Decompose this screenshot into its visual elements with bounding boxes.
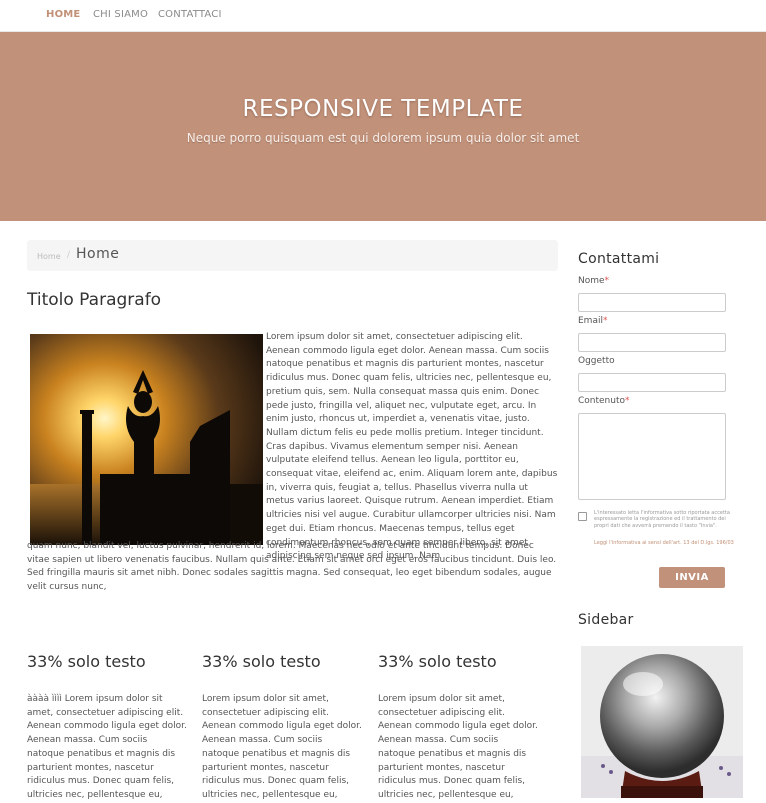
column-1-text: àààà ìììì Lorem ipsum dolor sit amet, co… [27, 694, 187, 800]
hero-title: RESPONSIVE TEMPLATE [242, 96, 524, 122]
breadcrumb-home-link[interactable]: Home [37, 252, 61, 261]
required-mark: * [602, 316, 608, 326]
name-input[interactable] [578, 293, 726, 312]
content-label: Contenuto* [578, 396, 630, 406]
required-mark: * [625, 396, 630, 406]
column-2: 33% solo testo Lorem ipsum dolor sit ame… [202, 652, 362, 800]
article-text-continued: quam nunc, blandit vel, luctus pulvinar,… [27, 541, 557, 593]
privacy-link[interactable]: Leggi l'informativa ai sensi dell'art. 1… [594, 540, 734, 546]
column-3-title: 33% solo testo [378, 652, 497, 671]
contact-title: Contattami [578, 251, 660, 267]
breadcrumb-separator: / [67, 250, 71, 260]
column-3: 33% solo testo Lorem ipsum dolor sit ame… [378, 652, 538, 800]
hero-banner: RESPONSIVE TEMPLATE Neque porro quisquam… [0, 32, 766, 221]
required-mark: * [604, 276, 610, 286]
nav-item-chi-siamo[interactable]: CHI SIAMO [93, 9, 148, 20]
column-1: 33% solo testo àààà ìììì Lorem ipsum dol… [27, 652, 187, 800]
privacy-text: L'interessato letta l'informativa sotto … [594, 510, 730, 529]
email-input[interactable] [578, 333, 726, 352]
column-2-text: Lorem ipsum dolor sit amet, consectetuer… [202, 694, 362, 800]
breadcrumb-current: Home [76, 246, 120, 262]
submit-button[interactable]: INVIA [659, 567, 725, 588]
email-label: Email* [578, 316, 607, 326]
article-image-yoga-sunset [30, 334, 263, 545]
content-textarea[interactable] [578, 413, 726, 500]
hero-subtitle: Neque porro quisquam est qui dolorem ips… [186, 131, 580, 145]
name-label: Nome* [578, 276, 609, 286]
paragraph-title: Titolo Paragrafo [27, 290, 162, 310]
column-1-title: 33% solo testo [27, 652, 146, 671]
column-2-title: 33% solo testo [202, 652, 321, 671]
top-navigation: HOME CHI SIAMO CONTATTACI [0, 0, 766, 32]
subject-label: Oggetto [578, 356, 615, 366]
sidebar-image-crystal-ball [581, 646, 743, 798]
breadcrumb: Home / Home [27, 240, 558, 271]
article-text: Lorem ipsum dolor sit amet, consectetuer… [266, 332, 558, 562]
sidebar-title: Sidebar [578, 612, 634, 628]
column-3-text: Lorem ipsum dolor sit amet, consectetuer… [378, 694, 538, 800]
subject-input[interactable] [578, 373, 726, 392]
nav-item-home[interactable]: HOME [46, 9, 80, 20]
nav-item-contattaci[interactable]: CONTATTACI [158, 9, 222, 20]
email-label-text: Email [578, 316, 603, 326]
checkbox-icon[interactable] [578, 512, 587, 521]
name-label-text: Nome [578, 276, 605, 286]
content-label-text: Contenuto [578, 396, 626, 406]
